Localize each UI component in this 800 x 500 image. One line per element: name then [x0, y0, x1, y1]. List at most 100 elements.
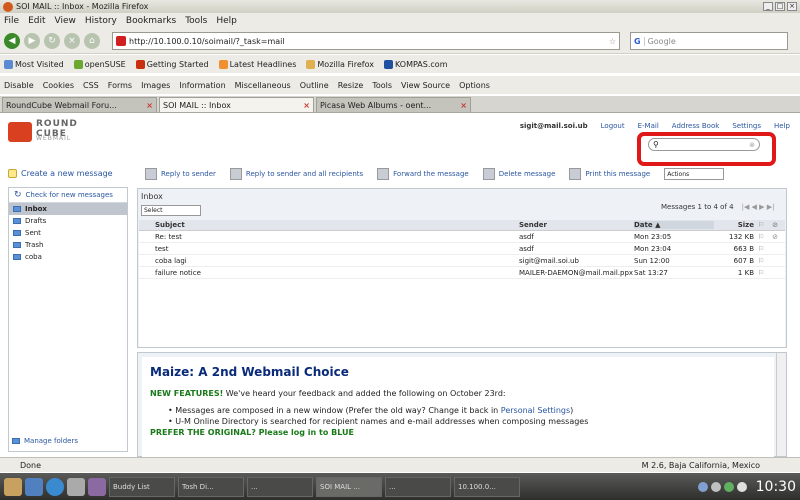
- task-window[interactable]: ...: [247, 476, 313, 497]
- maximize-button[interactable]: □: [775, 2, 785, 11]
- dev-outline[interactable]: Outline: [300, 81, 329, 90]
- minimize-button[interactable]: _: [763, 2, 773, 11]
- flag-icon[interactable]: ⚐: [754, 233, 768, 241]
- menu-bookmarks[interactable]: Bookmarks: [126, 16, 176, 26]
- back-button[interactable]: ◀: [4, 33, 20, 49]
- app-icon[interactable]: [88, 477, 106, 496]
- message-row[interactable]: coba lagi sigit@mail.soi.ub Sun 12:00 60…: [139, 255, 785, 267]
- personal-settings-link[interactable]: Personal Settings: [501, 406, 570, 415]
- delete-icon: [482, 168, 495, 180]
- reply-all-button[interactable]: Reply to sender and all recipients: [229, 168, 363, 180]
- app-icon[interactable]: [67, 477, 85, 496]
- dev-miscellaneous[interactable]: Miscellaneous: [235, 81, 291, 90]
- tab-picasa[interactable]: Picasa Web Albums - oent... ×: [316, 97, 471, 112]
- bookmark-latest-headlines[interactable]: Latest Headlines: [218, 59, 296, 69]
- flag-icon[interactable]: ⚐: [754, 269, 768, 277]
- menu-history[interactable]: History: [85, 16, 117, 26]
- tab-soi-mail[interactable]: SOI MAIL :: Inbox ×: [159, 97, 314, 112]
- stop-button[interactable]: ×: [64, 33, 80, 49]
- compose-button[interactable]: Create a new message: [8, 166, 128, 180]
- close-tab-icon[interactable]: ×: [146, 101, 153, 110]
- bookmark-kompas[interactable]: KOMPAS.com: [383, 59, 447, 69]
- menu-tools[interactable]: Tools: [185, 16, 207, 26]
- bookmark-most-visited[interactable]: Most Visited: [4, 59, 64, 69]
- reply-button[interactable]: Reply to sender: [145, 168, 216, 180]
- folder-coba[interactable]: coba: [9, 251, 127, 263]
- bookmark-star-icon[interactable]: ☆: [609, 37, 616, 46]
- dev-resize[interactable]: Resize: [338, 81, 364, 90]
- dev-cookies[interactable]: Cookies: [43, 81, 74, 90]
- folder-icon: [13, 230, 21, 236]
- message-row[interactable]: Re: test asdf Mon 23:05 132 KB ⚐ ⊘: [139, 231, 785, 243]
- forward-message-button[interactable]: Forward the message: [377, 168, 469, 180]
- task-window[interactable]: ...: [385, 476, 451, 497]
- search-placeholder: Google: [647, 36, 676, 46]
- dev-options[interactable]: Options: [459, 81, 490, 90]
- logout-link[interactable]: Logout: [601, 122, 625, 130]
- dev-images[interactable]: Images: [141, 81, 170, 90]
- dev-view-source[interactable]: View Source: [401, 81, 450, 90]
- volume-icon[interactable]: [736, 481, 747, 492]
- preview-title: Maize: A 2nd Webmail Choice: [150, 365, 349, 379]
- select-dropdown[interactable]: Select: [141, 205, 201, 216]
- menu-file[interactable]: File: [4, 16, 19, 26]
- tray-icon[interactable]: [723, 481, 734, 492]
- print-button[interactable]: Print this message: [569, 168, 650, 180]
- col-size[interactable]: Size: [714, 221, 754, 229]
- delete-button[interactable]: Delete message: [482, 168, 555, 180]
- launcher-icon[interactable]: [4, 477, 22, 496]
- message-row[interactable]: test asdf Mon 23:04 663 B ⚐: [139, 243, 785, 255]
- folder-inbox[interactable]: Inbox: [9, 203, 127, 215]
- dev-information[interactable]: Information: [179, 81, 225, 90]
- clock[interactable]: 10:30: [756, 479, 796, 495]
- forward-button[interactable]: ▶: [24, 33, 40, 49]
- bookmark-getting-started[interactable]: Getting Started: [135, 59, 209, 69]
- task-terminal[interactable]: 10.100.0...: [454, 476, 520, 497]
- col-subject[interactable]: Subject: [139, 221, 519, 229]
- menu-help[interactable]: Help: [216, 16, 237, 26]
- tray-icon[interactable]: [697, 481, 708, 492]
- close-button[interactable]: ×: [787, 2, 797, 11]
- message-row[interactable]: failure notice MAILER-DAEMON@mail.mail.p…: [139, 267, 785, 279]
- bookmark-mozilla-firefox[interactable]: Mozilla Firefox: [306, 59, 374, 69]
- address-book-link[interactable]: Address Book: [672, 122, 720, 130]
- task-soi-mail[interactable]: SOI MAIL ...: [316, 476, 382, 497]
- url-bar[interactable]: http://10.100.0.10/soimail/?_task=mail ☆: [112, 32, 620, 50]
- dev-tools[interactable]: Tools: [372, 81, 392, 90]
- flag-icon[interactable]: ⚐: [754, 245, 768, 253]
- dev-css[interactable]: CSS: [83, 81, 99, 90]
- folder-sent[interactable]: Sent: [9, 227, 127, 239]
- dev-disable[interactable]: Disable: [4, 81, 34, 90]
- check-mail-button[interactable]: ↻ Check for new messages: [9, 188, 127, 203]
- bookmarks-toolbar: Most Visited openSUSE Getting Started La…: [0, 55, 800, 73]
- home-button[interactable]: ⌂: [84, 33, 100, 49]
- flag-icon[interactable]: ⚐: [754, 257, 768, 265]
- col-date[interactable]: Date ▲: [634, 221, 714, 229]
- bookmark-opensuse[interactable]: openSUSE: [73, 59, 126, 69]
- preview-scrollbar[interactable]: [776, 353, 786, 456]
- close-tab-icon[interactable]: ×: [460, 101, 467, 110]
- tray-icon[interactable]: [710, 481, 721, 492]
- firefox-icon: [3, 1, 13, 12]
- col-sender[interactable]: Sender: [519, 221, 634, 229]
- email-link[interactable]: E-Mail: [638, 122, 659, 130]
- help-link[interactable]: Help: [774, 122, 790, 130]
- folder-drafts[interactable]: Drafts: [9, 215, 127, 227]
- reload-button[interactable]: ↻: [44, 33, 60, 49]
- menu-view[interactable]: View: [55, 16, 76, 26]
- folder-trash[interactable]: Trash: [9, 239, 127, 251]
- settings-link[interactable]: Settings: [732, 122, 761, 130]
- tab-roundcube-forum[interactable]: RoundCube Webmail Foru... ×: [2, 97, 157, 112]
- browser-icon[interactable]: [46, 477, 64, 496]
- task-tosh[interactable]: Tosh Di...: [178, 476, 244, 497]
- manage-folders-button[interactable]: Manage folders: [12, 437, 78, 445]
- task-buddy-list[interactable]: Buddy List: [109, 476, 175, 497]
- tab-bar: RoundCube Webmail Foru... × SOI MAIL :: I…: [0, 96, 800, 113]
- menu-edit[interactable]: Edit: [28, 16, 45, 26]
- dev-forms[interactable]: Forms: [108, 81, 132, 90]
- actions-dropdown[interactable]: Actions: [664, 168, 725, 180]
- pagination-icons[interactable]: |◀ ◀ ▶ ▶|: [742, 203, 775, 211]
- web-search-box[interactable]: G Google: [630, 32, 788, 50]
- close-tab-icon[interactable]: ×: [303, 101, 310, 110]
- files-icon[interactable]: [25, 477, 43, 496]
